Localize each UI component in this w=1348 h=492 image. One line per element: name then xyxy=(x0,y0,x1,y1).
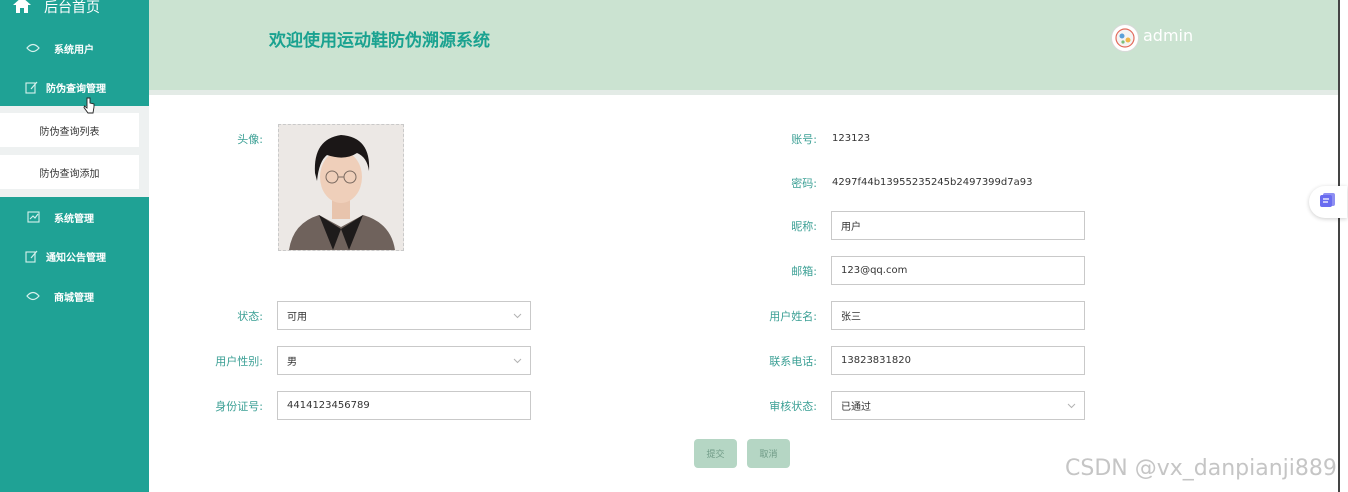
sidebar-item-mall-management[interactable]: 商城管理 xyxy=(0,278,149,314)
account-label: 账号: xyxy=(791,133,817,146)
sidebar-item-label: 系统用户 xyxy=(54,44,94,56)
sidebar: 后台首页 系统用户 防伪查询管理 防伪查询列表 防伪查询添加 系统管理 通知公告… xyxy=(0,0,149,492)
audit-value: 已通过 xyxy=(841,402,871,413)
submenu-item-query-add[interactable]: 防伪查询添加 xyxy=(0,155,139,189)
sidebar-item-anticounterfeit-query[interactable]: 防伪查询管理 xyxy=(0,69,149,105)
realname-field[interactable]: 张三 xyxy=(831,301,1085,330)
audit-select[interactable]: 已通过 xyxy=(831,391,1085,420)
sidebar-item-label: 通知公告管理 xyxy=(46,252,106,264)
window-margin xyxy=(1340,0,1348,492)
phone-label: 联系电话: xyxy=(769,355,817,368)
idcard-label: 身份证号: xyxy=(215,400,263,413)
status-value: 可用 xyxy=(287,312,307,323)
cancel-button[interactable]: 取消 xyxy=(747,439,790,468)
sidebar-item-notice-management[interactable]: 通知公告管理 xyxy=(0,238,149,274)
home-label: 后台首页 xyxy=(44,0,100,16)
submenu-item-label: 防伪查询列表 xyxy=(39,126,100,138)
audit-label: 审核状态: xyxy=(769,400,817,413)
sidebar-item-system-users[interactable]: 系统用户 xyxy=(0,30,149,66)
submenu-item-query-list[interactable]: 防伪查询列表 xyxy=(0,113,139,147)
status-select[interactable]: 可用 xyxy=(277,301,531,330)
email-field[interactable]: 123@qq.com xyxy=(831,256,1085,285)
realname-value: 张三 xyxy=(841,312,861,323)
avatar-image[interactable] xyxy=(278,124,404,251)
home-link[interactable]: 后台首页 xyxy=(12,0,100,18)
email-label: 邮箱: xyxy=(791,265,817,278)
sidebar-item-system-management[interactable]: 系统管理 xyxy=(0,199,149,235)
submenu: 防伪查询列表 防伪查询添加 xyxy=(0,106,149,197)
cursor-pointer-icon xyxy=(83,97,95,119)
floating-assistant-button[interactable] xyxy=(1309,186,1347,218)
nickname-field[interactable]: 用户 xyxy=(831,211,1085,240)
page-title: 欢迎使用运动鞋防伪溯源系统 xyxy=(269,31,490,51)
chevron-down-icon xyxy=(513,356,522,367)
submit-button[interactable]: 提交 xyxy=(694,439,737,468)
gender-select[interactable]: 男 xyxy=(277,346,531,375)
password-value: 4297f44b13955235245b2497399d7a93 xyxy=(832,177,1033,188)
idcard-value: 4414123456789 xyxy=(287,400,370,411)
user-icon xyxy=(24,289,42,303)
password-label: 密码: xyxy=(791,177,817,190)
nickname-value: 用户 xyxy=(841,222,861,233)
status-label: 状态: xyxy=(237,310,263,323)
nickname-label: 昵称: xyxy=(791,220,817,233)
phone-value: 13823831820 xyxy=(841,355,911,366)
chevron-down-icon xyxy=(513,311,522,322)
account-value: 123123 xyxy=(832,133,871,144)
gender-value: 男 xyxy=(287,357,297,368)
submenu-item-label: 防伪查询添加 xyxy=(39,168,100,180)
chevron-down-icon xyxy=(1067,401,1076,412)
avatar-label: 头像: xyxy=(237,133,263,146)
user-icon xyxy=(24,41,42,55)
chart-icon xyxy=(24,210,42,224)
username[interactable]: admin xyxy=(1143,26,1193,45)
sidebar-item-label: 商城管理 xyxy=(54,292,94,304)
sidebar-item-label: 系统管理 xyxy=(54,213,94,225)
sidebar-item-label: 防伪查询管理 xyxy=(46,83,106,95)
realname-label: 用户姓名: xyxy=(769,310,817,323)
email-value: 123@qq.com xyxy=(841,265,908,276)
document-icon xyxy=(1319,192,1337,212)
home-icon xyxy=(12,0,32,18)
phone-field[interactable]: 13823831820 xyxy=(831,346,1085,375)
idcard-field[interactable]: 4414123456789 xyxy=(277,391,531,420)
header: 欢迎使用运动鞋防伪溯源系统 admin xyxy=(149,0,1338,90)
watermark: CSDN @vx_danpianji889 xyxy=(1065,456,1337,481)
user-avatar[interactable] xyxy=(1111,24,1139,52)
edit-icon xyxy=(22,249,40,263)
gender-label: 用户性别: xyxy=(215,355,263,368)
edit-icon xyxy=(22,80,40,94)
